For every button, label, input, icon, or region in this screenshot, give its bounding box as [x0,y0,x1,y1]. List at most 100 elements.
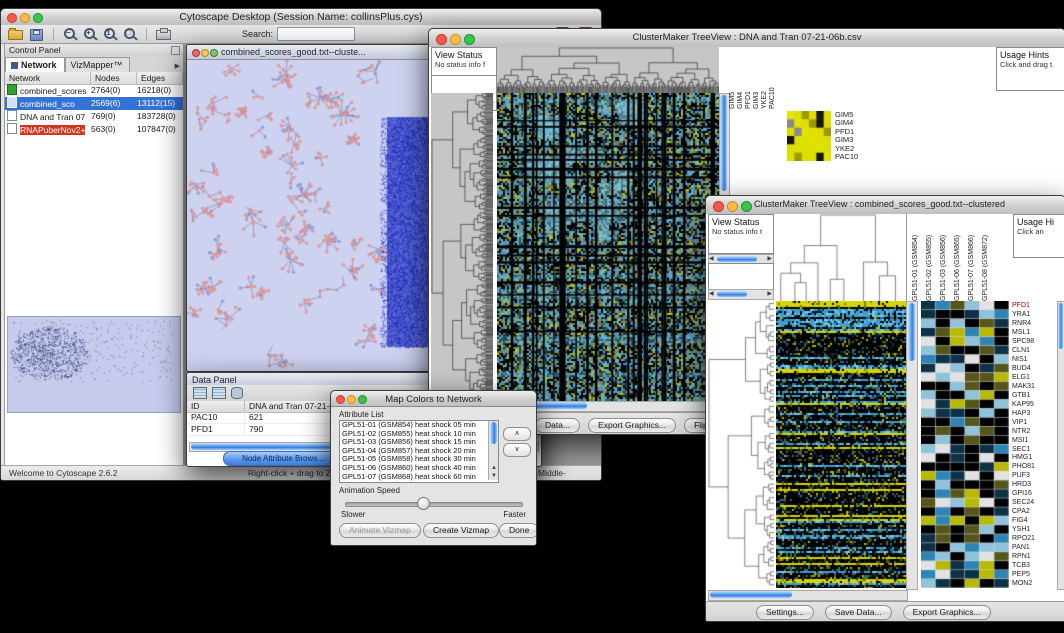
close-button[interactable] [192,49,200,57]
scrollbar-thumb[interactable] [908,303,915,361]
gene-label[interactable]: MON2 [1012,579,1057,588]
gene-label[interactable]: GTB1 [1012,391,1057,400]
minimize-button[interactable] [727,201,738,212]
gene-label[interactable]: HAP3 [1012,409,1057,418]
scrollbar-thumb[interactable] [490,422,497,444]
gene-label[interactable]: SEC24 [1012,498,1057,507]
scrollbar-thumb[interactable] [717,291,747,297]
gene-label[interactable]: PAN1 [1012,543,1057,552]
heatmap[interactable] [776,301,906,588]
save-session-icon[interactable] [28,26,45,42]
print-icon[interactable] [155,26,172,42]
treeview-button[interactable]: Export Graphics... [588,418,676,433]
column-label[interactable]: GIM3 [753,47,761,109]
scroll-right-arrow[interactable]: ▶ [767,290,772,298]
gene-label[interactable]: PUF3 [1012,471,1057,480]
title-bar[interactable]: Cytoscape Desktop (Session Name: collins… [1,9,601,26]
dialog-title-bar[interactable]: Map Colors to Network [331,391,536,407]
slider-thumb[interactable] [417,497,430,510]
zoom-button[interactable] [210,49,218,57]
search-input[interactable] [277,27,355,41]
gene-label[interactable]: PHO81 [1012,462,1057,471]
gene-label[interactable]: RPO21 [1012,534,1057,543]
animation-speed-slider[interactable] [345,502,523,507]
network-list-item[interactable]: RNAPuberNov2+ 563(0) 107847(0) [5,123,183,136]
gene-label[interactable]: TCB3 [1012,561,1057,570]
gene-label[interactable]: NIS1 [1012,355,1057,364]
create-vizmap-button[interactable]: Create Vizmap [423,523,499,538]
zoom-fit-icon[interactable]: □ [122,26,138,42]
column-label[interactable]: GPL51-08 (GSM872) [979,214,993,301]
scroll-left-arrow[interactable]: ◀ [709,255,714,263]
gene-label[interactable]: PFD1 [1012,301,1057,310]
network-overview-thumbnail[interactable] [7,316,181,413]
zoom-one-to-one-icon[interactable]: 1 [102,26,118,42]
gene-label[interactable]: BUD4 [1012,364,1057,373]
gene-label[interactable]: MSI1 [1012,436,1057,445]
gene-label[interactable]: VIP1 [1012,418,1057,427]
minimize-button[interactable] [201,49,209,57]
tab-overflow-icon[interactable]: ▶ [175,62,183,72]
gene-label[interactable]: RPN1 [1012,552,1057,561]
zoom-button[interactable] [741,201,752,212]
tab-network[interactable]: Network [5,57,65,72]
column-label[interactable]: GIM4 [737,47,745,109]
network-list-item[interactable]: combined_scores 2764(0) 16218(0) [5,84,183,97]
row-label[interactable]: PAC10 [835,153,875,161]
treeview-title-bar[interactable]: ClusterMaker TreeView : combined_scores_… [706,196,1064,215]
gene-label[interactable]: ELG1 [1012,373,1057,382]
done-button[interactable]: Done [499,523,537,538]
row-dendrogram[interactable] [708,301,774,588]
column-label[interactable]: GIM5 [729,47,737,109]
network-list-item[interactable]: DNA and Tran 07 769(0) 183728(0) [5,110,183,123]
gene-label[interactable]: FIG4 [1012,516,1057,525]
column-label[interactable]: GPL51-01 (GSM854) [909,214,923,301]
gene-label[interactable]: GPI16 [1012,489,1057,498]
treeview-button[interactable]: Data... [535,418,580,433]
navigator-panel[interactable] [708,263,774,291]
treeview-title-bar[interactable]: ClusterMaker TreeView : DNA and Tran 07-… [429,29,1064,48]
attribute-list[interactable]: GPL51-01 (GSM854) heat shock 05 minGPL51… [339,420,499,483]
gene-label[interactable]: YRA1 [1012,310,1057,319]
row-dendrogram[interactable] [431,93,493,401]
node-attribute-browser-tab[interactable]: Node Attribute Brows... [223,451,343,466]
gene-label[interactable]: SEC1 [1012,445,1057,454]
heatmap-vscrollbar[interactable] [906,301,918,590]
zoom-heatmap[interactable] [787,111,831,161]
heatmap-hscrollbar[interactable] [708,590,908,601]
column-label[interactable]: PAC10 [769,47,777,109]
gene-label[interactable]: HRD3 [1012,480,1057,489]
gene-label[interactable]: YSH1 [1012,525,1057,534]
select-attributes-icon[interactable] [193,387,207,399]
scroll-up-arrow[interactable]: ▲ [491,464,497,472]
scrollbar-thumb[interactable] [710,591,792,598]
treeview-button[interactable]: Export Graphics... [903,605,991,620]
column-dendrogram[interactable] [774,214,907,301]
treeview-button[interactable]: Settings... [756,605,814,620]
create-attribute-icon[interactable] [212,387,226,399]
move-attribute-down-button[interactable]: ∨ [503,443,531,457]
column-label[interactable]: GPL51-07 (GSM866) [965,214,979,301]
open-session-icon[interactable] [7,26,24,42]
treeview-button[interactable]: Save Data... [825,605,892,620]
gene-label[interactable]: PEP5 [1012,570,1057,579]
zoom-in-icon[interactable]: + [82,26,98,42]
scrollbar-thumb[interactable] [717,256,757,262]
scrollbar-thumb[interactable] [1058,303,1063,349]
gene-label[interactable]: CLN1 [1012,346,1057,355]
gene-label[interactable]: CPA2 [1012,507,1057,516]
gene-label[interactable]: MAK31 [1012,382,1057,391]
attribute-list-scrollbar[interactable]: ▲ ▼ [488,421,498,480]
column-dendrogram[interactable] [497,47,719,93]
gene-list-scrollbar[interactable] [1057,301,1064,590]
column-label[interactable]: YKE2 [761,47,769,109]
zoom-heatmap[interactable] [921,301,1009,588]
heatmap[interactable] [497,93,719,401]
column-label[interactable]: GPL51-02 (GSM855) [923,214,937,301]
column-label[interactable]: GPL51-06 (GSM865) [951,214,965,301]
attribute-batch-icon[interactable] [231,387,243,399]
float-panel-icon[interactable] [171,46,180,55]
close-button[interactable] [713,201,724,212]
gene-label[interactable]: RNR4 [1012,319,1057,328]
navigator-hscrollbar-2[interactable]: ◀ ▶ [708,289,774,300]
